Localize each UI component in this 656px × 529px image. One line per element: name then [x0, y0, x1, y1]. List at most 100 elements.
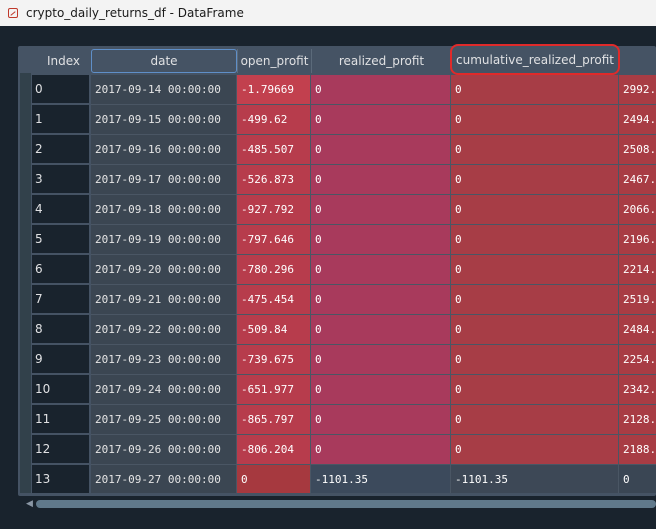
table-row: 2017-09-14 00:00:00 -1.79669 0 0 2992. — [91, 75, 656, 105]
cell-open-profit[interactable]: -806.204 — [237, 435, 311, 465]
cell-next-column[interactable]: 2467. — [619, 165, 656, 195]
table-row: 2017-09-21 00:00:00 -475.454 0 0 2519. — [91, 285, 656, 315]
cell-open-profit[interactable]: -780.296 — [237, 255, 311, 285]
row-header[interactable]: 0 — [32, 75, 89, 104]
cell-cumulative-realized-profit[interactable]: 0 — [451, 135, 619, 165]
cell-date[interactable]: 2017-09-21 00:00:00 — [91, 285, 237, 315]
cell-realized-profit[interactable]: 0 — [311, 435, 451, 465]
row-header[interactable]: 3 — [32, 165, 89, 194]
cell-date[interactable]: 2017-09-23 00:00:00 — [91, 345, 237, 375]
row-header[interactable]: 11 — [32, 405, 89, 434]
cell-realized-profit[interactable]: 0 — [311, 135, 451, 165]
table-row: 2017-09-24 00:00:00 -651.977 0 0 2342. — [91, 375, 656, 405]
table-row: 2017-09-17 00:00:00 -526.873 0 0 2467. — [91, 165, 656, 195]
row-header[interactable]: 4 — [32, 195, 89, 224]
window-titlebar: crypto_daily_returns_df - DataFrame — [0, 0, 656, 26]
column-header-open-profit[interactable]: open_profit — [237, 49, 311, 73]
cell-open-profit[interactable]: -651.977 — [237, 375, 311, 405]
cell-realized-profit[interactable]: 0 — [311, 165, 451, 195]
column-header-cumulative-realized-profit[interactable]: cumulative_realized_profit — [450, 44, 620, 75]
row-header[interactable]: 9 — [32, 345, 89, 374]
cell-cumulative-realized-profit[interactable]: 0 — [451, 225, 619, 255]
cell-open-profit[interactable]: -865.797 — [237, 405, 311, 435]
cell-next-column[interactable]: 0 — [619, 465, 656, 493]
cell-next-column[interactable]: 2214. — [619, 255, 656, 285]
cell-realized-profit[interactable]: 0 — [311, 285, 451, 315]
cell-date[interactable]: 2017-09-27 00:00:00 — [91, 465, 237, 493]
cell-next-column[interactable]: 2196. — [619, 225, 656, 255]
row-header[interactable]: 5 — [32, 225, 89, 254]
cell-open-profit[interactable]: -739.675 — [237, 345, 311, 375]
cell-date[interactable]: 2017-09-16 00:00:00 — [91, 135, 237, 165]
cell-cumulative-realized-profit[interactable]: 0 — [451, 75, 619, 105]
cell-cumulative-realized-profit[interactable]: 0 — [451, 165, 619, 195]
cell-next-column[interactable]: 2188. — [619, 435, 656, 465]
cell-open-profit[interactable]: -509.84 — [237, 315, 311, 345]
cell-open-profit[interactable]: -475.454 — [237, 285, 311, 315]
cell-open-profit[interactable]: -485.507 — [237, 135, 311, 165]
cell-date[interactable]: 2017-09-22 00:00:00 — [91, 315, 237, 345]
cell-open-profit[interactable]: -797.646 — [237, 225, 311, 255]
row-header[interactable]: 8 — [32, 315, 89, 344]
cell-cumulative-realized-profit[interactable]: 0 — [451, 375, 619, 405]
cell-cumulative-realized-profit[interactable]: 0 — [451, 315, 619, 345]
cell-open-profit[interactable]: -499.62 — [237, 105, 311, 135]
column-header-index[interactable]: Index — [32, 49, 88, 73]
cell-date[interactable]: 2017-09-24 00:00:00 — [91, 375, 237, 405]
cell-cumulative-realized-profit[interactable]: 0 — [451, 195, 619, 225]
cell-date[interactable]: 2017-09-25 00:00:00 — [91, 405, 237, 435]
row-header[interactable]: 2 — [32, 135, 89, 164]
cell-realized-profit[interactable]: 0 — [311, 195, 451, 225]
cell-cumulative-realized-profit[interactable]: 0 — [451, 345, 619, 375]
cell-realized-profit[interactable]: 0 — [311, 75, 451, 105]
horizontal-scrollbar-thumb[interactable] — [36, 500, 656, 508]
cell-next-column[interactable]: 2508. — [619, 135, 656, 165]
cell-date[interactable]: 2017-09-18 00:00:00 — [91, 195, 237, 225]
row-header[interactable]: 7 — [32, 285, 89, 314]
cell-open-profit[interactable]: -526.873 — [237, 165, 311, 195]
row-header[interactable]: 6 — [32, 255, 89, 284]
cell-cumulative-realized-profit[interactable]: 0 — [451, 105, 619, 135]
cell-next-column[interactable]: 2494. — [619, 105, 656, 135]
table-row: 2017-09-26 00:00:00 -806.204 0 0 2188. — [91, 435, 656, 465]
scroll-left-arrow-icon[interactable]: ◀ — [26, 500, 33, 509]
cell-cumulative-realized-profit[interactable]: 0 — [451, 285, 619, 315]
cell-next-column[interactable]: 2342. — [619, 375, 656, 405]
row-header[interactable]: 10 — [32, 375, 89, 404]
cell-realized-profit[interactable]: 0 — [311, 375, 451, 405]
cell-cumulative-realized-profit[interactable]: 0 — [451, 405, 619, 435]
cell-realized-profit[interactable]: 0 — [311, 255, 451, 285]
cell-next-column[interactable]: 2254. — [619, 345, 656, 375]
cell-date[interactable]: 2017-09-20 00:00:00 — [91, 255, 237, 285]
cell-open-profit[interactable]: 0 — [237, 465, 311, 493]
row-header[interactable]: 12 — [32, 435, 89, 464]
cell-date[interactable]: 2017-09-26 00:00:00 — [91, 435, 237, 465]
cell-next-column[interactable]: 2519. — [619, 285, 656, 315]
cell-next-column[interactable]: 2066. — [619, 195, 656, 225]
column-header-date[interactable]: date — [91, 49, 237, 73]
cell-open-profit[interactable]: -1.79669 — [237, 75, 311, 105]
cell-date[interactable]: 2017-09-19 00:00:00 — [91, 225, 237, 255]
cell-date[interactable]: 2017-09-15 00:00:00 — [91, 105, 237, 135]
cell-realized-profit[interactable]: 0 — [311, 225, 451, 255]
cell-realized-profit[interactable]: -1101.35 — [311, 465, 451, 493]
table-row: 2017-09-27 00:00:00 0 -1101.35 -1101.35 0 — [91, 465, 656, 493]
table-row: 2017-09-15 00:00:00 -499.62 0 0 2494. — [91, 105, 656, 135]
cell-realized-profit[interactable]: 0 — [311, 105, 451, 135]
cell-open-profit[interactable]: -927.792 — [237, 195, 311, 225]
cell-cumulative-realized-profit[interactable]: 0 — [451, 435, 619, 465]
cell-date[interactable]: 2017-09-17 00:00:00 — [91, 165, 237, 195]
cell-next-column[interactable]: 2128. — [619, 405, 656, 435]
row-header[interactable]: 1 — [32, 105, 89, 134]
table-row: 2017-09-22 00:00:00 -509.84 0 0 2484. — [91, 315, 656, 345]
cell-next-column[interactable]: 2484. — [619, 315, 656, 345]
cell-cumulative-realized-profit[interactable]: 0 — [451, 255, 619, 285]
cell-date[interactable]: 2017-09-14 00:00:00 — [91, 75, 237, 105]
row-header[interactable]: 13 — [32, 465, 89, 494]
column-header-realized-profit[interactable]: realized_profit — [311, 49, 451, 73]
cell-next-column[interactable]: 2992. — [619, 75, 656, 105]
cell-realized-profit[interactable]: 0 — [311, 315, 451, 345]
cell-cumulative-realized-profit[interactable]: -1101.35 — [451, 465, 619, 493]
cell-realized-profit[interactable]: 0 — [311, 345, 451, 375]
cell-realized-profit[interactable]: 0 — [311, 405, 451, 435]
